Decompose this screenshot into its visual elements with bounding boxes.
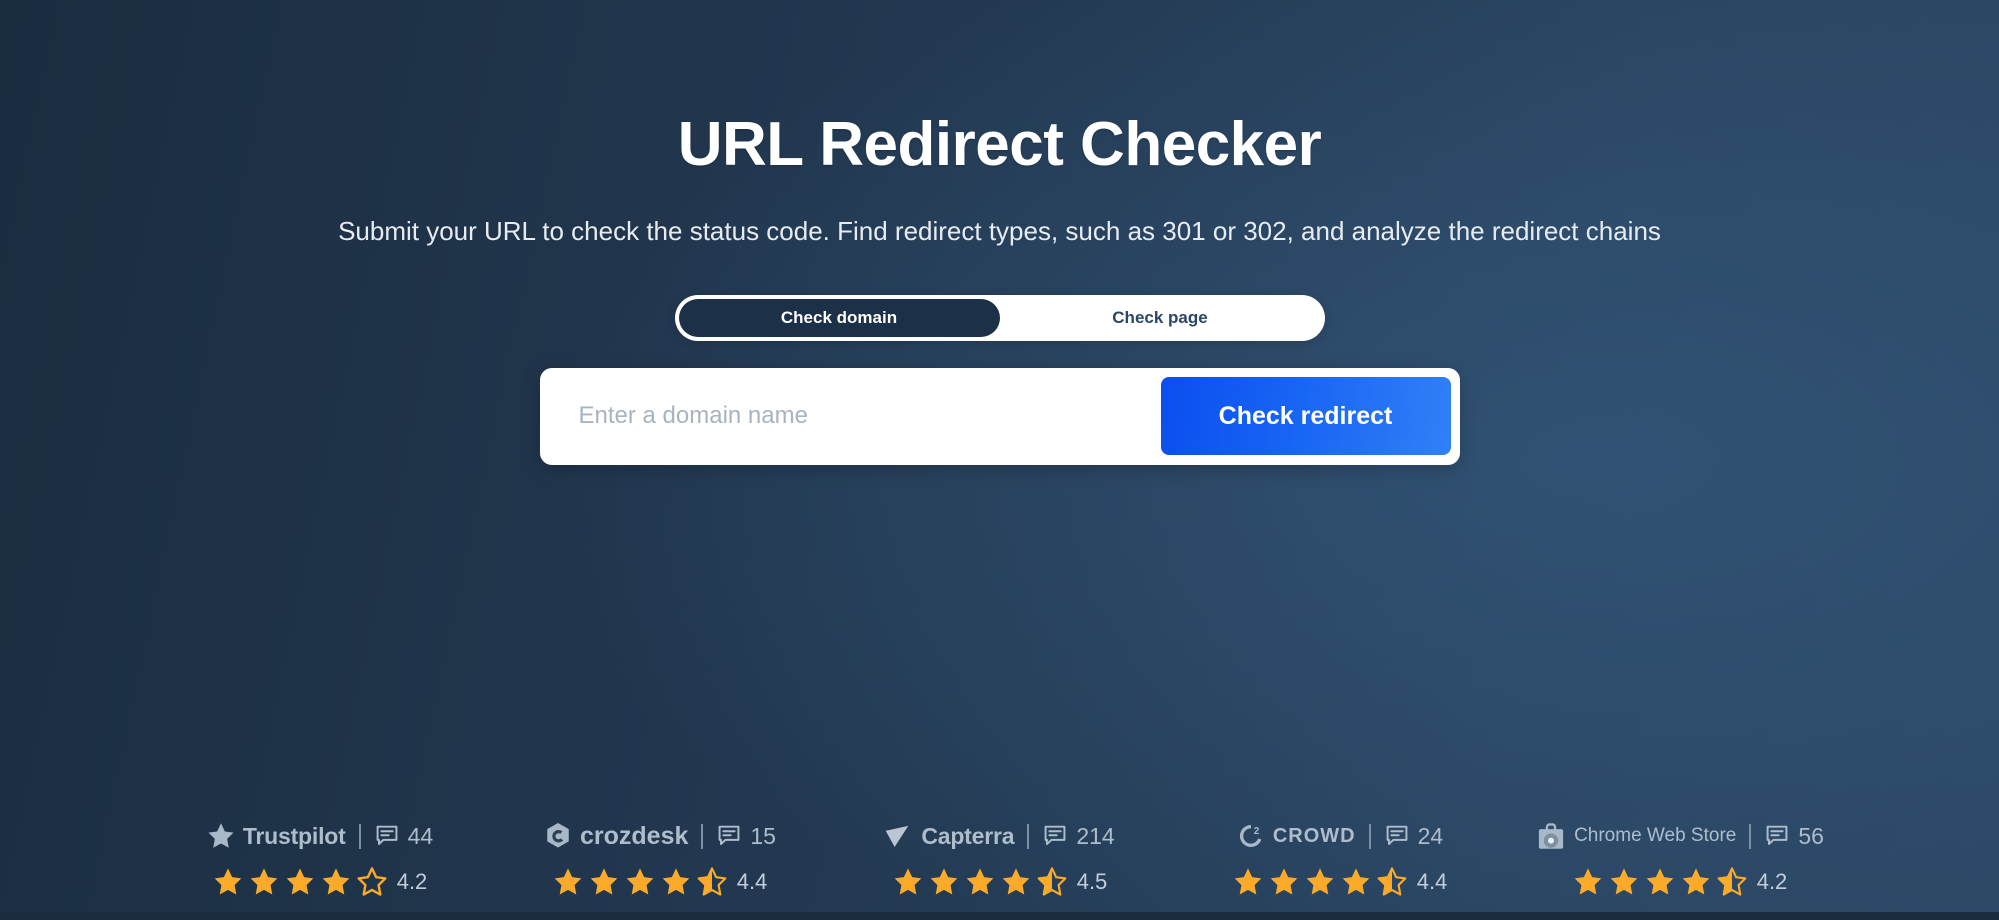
review-count: 44 (407, 822, 434, 849)
star-full-icon (554, 868, 582, 895)
star-full-icon (1234, 868, 1262, 895)
rating-value: 4.5 (1076, 869, 1108, 894)
divider (358, 823, 361, 849)
chrome-web-store-bag-icon (1535, 821, 1567, 851)
star-full-icon (1682, 868, 1710, 895)
g2-crowd-icon: 2 (1236, 821, 1266, 851)
star-full-icon (1646, 868, 1674, 895)
divider (1749, 823, 1752, 849)
toggle-check-domain[interactable]: Check domain (678, 298, 1000, 337)
review-badge-header: Capterra 214 (884, 819, 1115, 853)
star-half-icon (1717, 867, 1747, 896)
star-rating: 4.4 (552, 866, 768, 898)
star-rating: 4.2 (1572, 866, 1788, 898)
comment-icon (374, 823, 400, 849)
review-brand-name: CROWD (1272, 824, 1356, 847)
page-subtitle: Submit your URL to check the status code… (338, 215, 1661, 246)
star-full-icon (894, 868, 922, 895)
star-full-icon (1002, 868, 1030, 895)
rating-value: 4.4 (736, 869, 768, 894)
review-badge-header: Chrome Web Store 56 (1535, 819, 1824, 853)
page-root: URL Redirect Checker Submit your URL to … (0, 0, 1999, 920)
comment-icon (1042, 823, 1068, 849)
review-badge[interactable]: Trustpilot 44 4.2 (150, 819, 490, 898)
capterra-arrow-icon (884, 823, 914, 849)
rating-value: 4.2 (396, 869, 428, 894)
mode-toggle[interactable]: Check domain Check page (674, 294, 1325, 341)
review-count-group: 56 (1764, 823, 1824, 850)
star-full-icon (1574, 868, 1602, 895)
comment-icon (1384, 823, 1410, 849)
star-full-icon (1342, 868, 1370, 895)
star-rating: 4.4 (1232, 866, 1448, 898)
review-brand: Capterra (884, 822, 1015, 850)
review-brand: crozdesk (543, 821, 688, 851)
review-count: 15 (750, 822, 776, 849)
review-brand: Trustpilot (206, 821, 346, 851)
comment-icon (1764, 823, 1790, 849)
star-empty-icon (357, 867, 387, 896)
crozdesk-hexagon-icon (543, 821, 573, 851)
page-content: URL Redirect Checker Submit your URL to … (0, 0, 1999, 920)
review-count-group: 44 (374, 822, 434, 850)
review-badge[interactable]: 2 CROWD 24 4.4 (1170, 819, 1510, 898)
divider (701, 823, 704, 849)
review-badge[interactable]: crozdesk 15 4.4 (490, 819, 830, 898)
review-brand: Chrome Web Store (1535, 821, 1736, 851)
trustpilot-star-icon (206, 821, 236, 851)
star-full-icon (662, 868, 690, 895)
review-badge-header: Trustpilot 44 (206, 819, 433, 853)
rating-value: 4.2 (1756, 869, 1788, 894)
star-full-icon (214, 868, 242, 895)
review-brand-name: Capterra (921, 822, 1015, 849)
rating-value: 4.4 (1416, 869, 1448, 894)
star-full-icon (930, 868, 958, 895)
star-full-icon (250, 868, 278, 895)
review-badges: Trustpilot 44 4.2 crozdesk 15 4.4 Capterra 214 4… (0, 819, 1999, 898)
review-brand: 2 CROWD (1236, 821, 1356, 851)
search-bar: Check redirect (539, 367, 1460, 465)
star-full-icon (286, 868, 314, 895)
star-full-icon (1306, 868, 1334, 895)
star-half-icon (1377, 867, 1407, 896)
review-count-group: 214 (1042, 822, 1115, 850)
star-full-icon (966, 868, 994, 895)
hero-section: URL Redirect Checker Submit your URL to … (0, 0, 1999, 465)
review-brand-name: crozdesk (580, 821, 689, 850)
review-brand-name: Trustpilot (242, 822, 346, 849)
star-rating: 4.2 (212, 866, 428, 898)
check-redirect-button[interactable]: Check redirect (1160, 377, 1451, 456)
star-full-icon (590, 868, 618, 895)
star-rating: 4.5 (892, 866, 1108, 898)
review-count-group: 15 (716, 823, 776, 850)
review-badge-header: 2 CROWD 24 (1236, 819, 1443, 853)
svg-text:2: 2 (1254, 826, 1260, 837)
divider (1368, 823, 1371, 849)
domain-input[interactable] (548, 386, 1161, 447)
comment-icon (716, 823, 742, 849)
star-full-icon (322, 868, 350, 895)
star-full-icon (1610, 868, 1638, 895)
divider (1027, 823, 1030, 849)
review-count: 24 (1417, 822, 1444, 849)
review-count: 56 (1798, 822, 1824, 849)
review-count: 214 (1076, 822, 1115, 849)
star-full-icon (626, 868, 654, 895)
review-badge-header: crozdesk 15 (543, 819, 776, 853)
review-badge[interactable]: Chrome Web Store 56 4.2 (1510, 819, 1850, 898)
review-count-group: 24 (1384, 822, 1444, 850)
star-half-icon (1037, 867, 1067, 896)
review-brand-name: Chrome Web Store (1574, 825, 1737, 846)
bottom-strip (0, 912, 1999, 920)
review-badge[interactable]: Capterra 214 4.5 (830, 819, 1170, 898)
star-full-icon (1270, 868, 1298, 895)
star-half-icon (697, 867, 727, 896)
page-title: URL Redirect Checker (677, 110, 1322, 179)
toggle-check-page[interactable]: Check page (1000, 299, 1321, 337)
